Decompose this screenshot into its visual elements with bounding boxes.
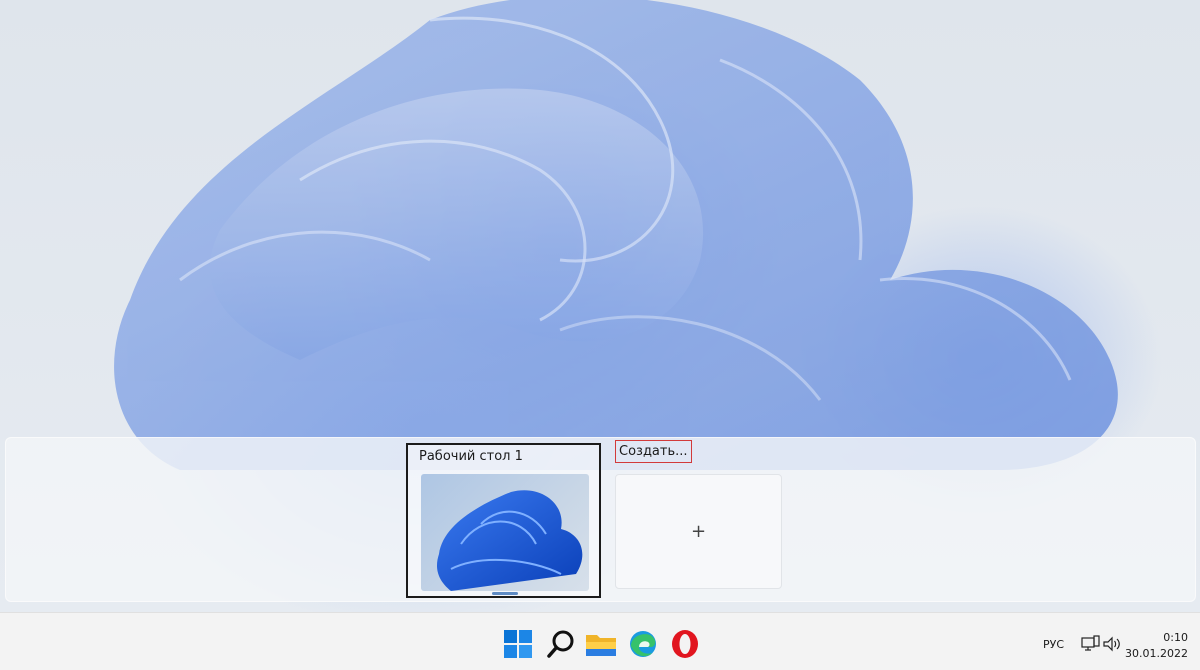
clock[interactable]: 0:10 30.01.2022 (1125, 630, 1188, 662)
windows-start-icon[interactable] (502, 628, 534, 660)
edge-icon[interactable] (627, 628, 659, 660)
plus-icon: + (690, 521, 707, 542)
volume-icon[interactable] (1102, 635, 1122, 653)
desktop-thumbnail[interactable] (421, 474, 589, 591)
clock-date: 30.01.2022 (1125, 647, 1188, 660)
new-desktop-label[interactable]: Создать... (615, 440, 692, 463)
opera-icon[interactable] (669, 628, 701, 660)
network-icon[interactable] (1080, 635, 1100, 653)
task-view-panel: Рабочий стол 1 Создать... + (5, 437, 1196, 602)
new-desktop-button[interactable]: + (615, 474, 782, 589)
file-explorer-icon[interactable] (585, 628, 617, 660)
search-icon[interactable] (545, 628, 577, 660)
taskbar: РУС 0:10 30.01.2022 (0, 612, 1200, 670)
clock-time: 0:10 (1163, 631, 1188, 644)
bloom-thumbnail-graphic (436, 490, 583, 591)
desktop-card-1[interactable]: Рабочий стол 1 (406, 443, 601, 598)
desktop-title: Рабочий стол 1 (419, 449, 523, 464)
language-indicator[interactable]: РУС (1043, 638, 1064, 651)
active-desktop-indicator (492, 592, 518, 595)
